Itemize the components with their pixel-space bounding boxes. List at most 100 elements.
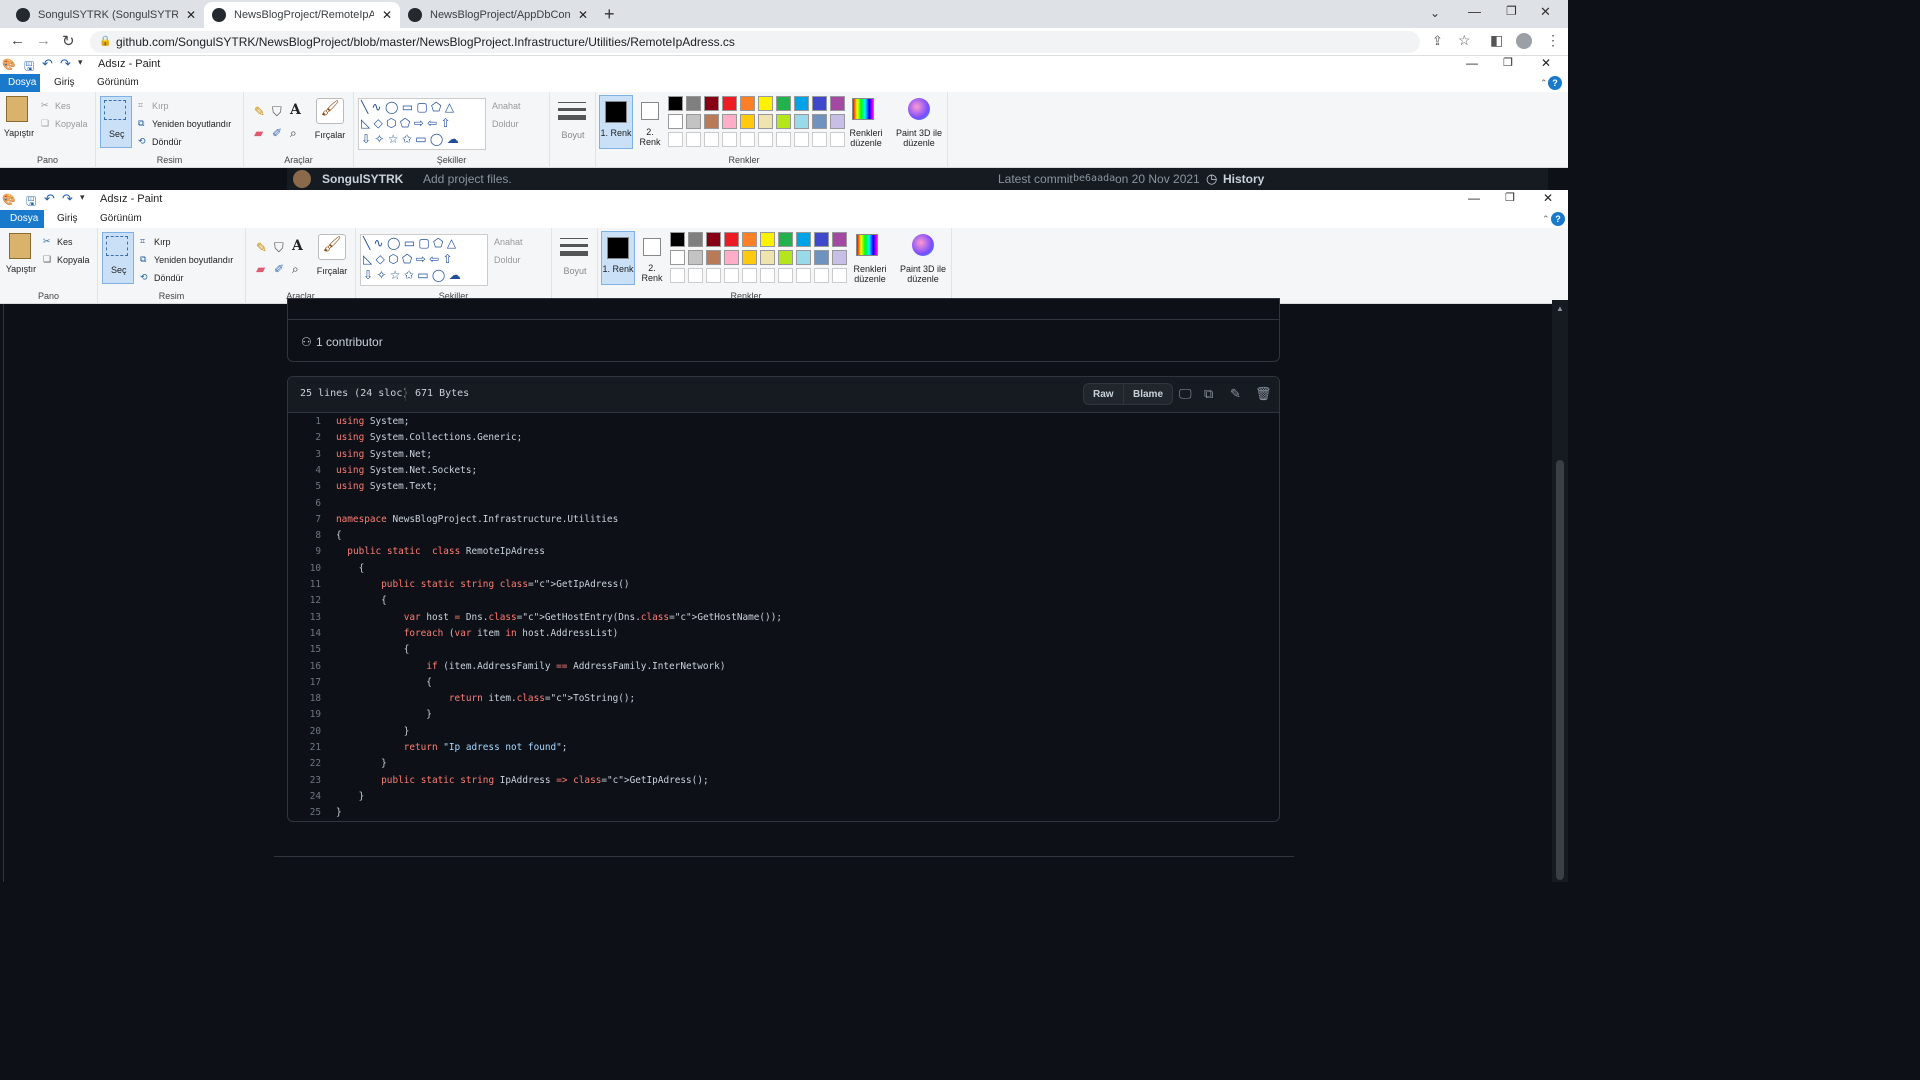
palette-swatch[interactable]: [706, 250, 721, 265]
undo-icon[interactable]: ↶: [44, 191, 55, 207]
arrow-shape-icon[interactable]: ⇩ ✧ ☆ ✩ ▭ ◯ ☁: [361, 132, 459, 146]
palette-swatch[interactable]: [814, 232, 829, 247]
palette-swatch[interactable]: [812, 132, 827, 147]
edit-colors-button[interactable]: Renkleri düzenle: [848, 264, 892, 284]
commit-message[interactable]: Add project files.: [423, 172, 512, 186]
palette-swatch[interactable]: [742, 250, 757, 265]
palette-swatch[interactable]: [704, 132, 719, 147]
close-tab-icon[interactable]: ✕: [382, 8, 392, 22]
arrow-shape-icon[interactable]: ⇩ ✧ ☆ ✩ ▭ ◯ ☁: [363, 268, 461, 282]
tab-view[interactable]: Görünüm: [92, 210, 150, 228]
contributors-link[interactable]: 1 contributor: [316, 335, 383, 349]
palette-swatch[interactable]: [778, 232, 793, 247]
palette-swatch[interactable]: [830, 96, 845, 111]
line-number[interactable]: 17: [288, 675, 321, 691]
palette-swatch[interactable]: [722, 114, 737, 129]
palette-swatch[interactable]: [688, 250, 703, 265]
palette-swatch[interactable]: [812, 96, 827, 111]
palette-swatch[interactable]: [688, 232, 703, 247]
minimize-icon[interactable]: —: [1468, 4, 1481, 19]
copy-raw-icon[interactable]: ⧉: [1204, 386, 1213, 402]
page-scrollbar[interactable]: ▲: [1552, 300, 1568, 882]
resize-button[interactable]: Yeniden boyutlandır: [154, 255, 233, 265]
edit-colors-icon[interactable]: [852, 98, 874, 120]
color-picker-icon[interactable]: ✐: [274, 262, 284, 276]
browser-tab-active[interactable]: NewsBlogProject/RemoteIpAdress ✕: [204, 2, 400, 28]
tab-file[interactable]: Dosya: [0, 74, 40, 92]
tab-search-icon[interactable]: ⌄: [1430, 6, 1440, 20]
eraser-icon[interactable]: ▰: [256, 262, 265, 276]
paint3d-icon[interactable]: [912, 234, 934, 256]
line-number[interactable]: 22: [288, 756, 321, 772]
address-bar[interactable]: 🔒 github.com/SongulSYTRK/NewsBlogProject…: [90, 31, 1420, 53]
tab-view[interactable]: Görünüm: [89, 74, 147, 92]
line-number[interactable]: 9: [288, 544, 321, 560]
profile-avatar[interactable]: [1516, 33, 1532, 49]
line-number[interactable]: 8: [288, 528, 321, 544]
palette-swatch[interactable]: [778, 268, 793, 283]
magnifier-icon[interactable]: ⌕: [290, 126, 297, 141]
palette-swatch[interactable]: [832, 232, 847, 247]
resize-button[interactable]: Yeniden boyutlandır: [152, 119, 231, 129]
outline-button[interactable]: Anahat: [494, 237, 523, 247]
line-number[interactable]: 14: [288, 626, 321, 642]
line-number[interactable]: 15: [288, 642, 321, 658]
brushes-button[interactable]: Fırçalar: [312, 266, 352, 276]
blame-button[interactable]: Blame: [1123, 383, 1174, 405]
close-tab-icon[interactable]: ✕: [186, 8, 196, 22]
line-number[interactable]: 3: [288, 447, 321, 463]
line-number[interactable]: 11: [288, 577, 321, 593]
color1-button[interactable]: 1. Renk: [599, 95, 633, 149]
palette-swatch[interactable]: [776, 114, 791, 129]
qat-dropdown-icon[interactable]: ▾: [78, 57, 83, 68]
palette-swatch[interactable]: [830, 114, 845, 129]
palette-swatch[interactable]: [668, 132, 683, 147]
palette-swatch[interactable]: [724, 232, 739, 247]
palette-swatch[interactable]: [670, 250, 685, 265]
polygon-shape-icon[interactable]: ◺ ◇ ⬡ ⬠ ⇨ ⇦ ⇧: [363, 252, 453, 266]
color2-button[interactable]: 2. Renk: [638, 263, 666, 283]
fill-bucket-icon[interactable]: ⛉: [274, 240, 284, 256]
line-number[interactable]: 1: [288, 414, 321, 430]
share-icon[interactable]: ⇪: [1432, 33, 1443, 49]
eraser-icon[interactable]: ▰: [254, 126, 263, 140]
line-number[interactable]: 25: [288, 805, 321, 821]
paint3d-button[interactable]: Paint 3D ile düzenle: [896, 264, 950, 284]
reload-icon[interactable]: ↻: [62, 32, 75, 50]
help-icon[interactable]: ?: [1551, 212, 1565, 226]
tab-home[interactable]: Giriş: [49, 210, 86, 228]
palette-swatch[interactable]: [794, 96, 809, 111]
line-number[interactable]: 19: [288, 707, 321, 723]
tab-home[interactable]: Giriş: [46, 74, 83, 92]
line-shape-icon[interactable]: ╲ ∿ ◯ ▭ ▢ ⬠ △: [361, 100, 454, 114]
close-window-icon[interactable]: ✕: [1543, 191, 1553, 205]
brushes-icon[interactable]: 🖌: [316, 98, 344, 124]
palette-swatch[interactable]: [722, 132, 737, 147]
line-number[interactable]: 13: [288, 610, 321, 626]
palette-swatch[interactable]: [668, 114, 683, 129]
palette-swatch[interactable]: [760, 250, 775, 265]
brushes-button[interactable]: Fırçalar: [310, 130, 350, 140]
palette-swatch[interactable]: [760, 268, 775, 283]
fill-button[interactable]: Doldur: [492, 119, 519, 129]
palette-swatch[interactable]: [670, 268, 685, 283]
paste-button[interactable]: Yapıştır: [4, 264, 38, 274]
palette-swatch[interactable]: [796, 232, 811, 247]
palette-swatch[interactable]: [686, 132, 701, 147]
palette-swatch[interactable]: [740, 96, 755, 111]
color1-button[interactable]: 1. Renk: [601, 231, 635, 285]
fill-button[interactable]: Doldur: [494, 255, 521, 265]
author-avatar[interactable]: [293, 170, 311, 188]
scroll-up-icon[interactable]: ▲: [1556, 304, 1564, 313]
palette-swatch[interactable]: [668, 96, 683, 111]
palette-swatch[interactable]: [832, 268, 847, 283]
fill-bucket-icon[interactable]: ⛉: [272, 104, 282, 120]
menu-kebab-icon[interactable]: ⋮: [1546, 32, 1560, 49]
palette-swatch[interactable]: [812, 114, 827, 129]
palette-swatch[interactable]: [688, 268, 703, 283]
copy-button[interactable]: Kopyala: [57, 255, 90, 265]
side-panel-icon[interactable]: ◧: [1490, 32, 1503, 49]
edit-colors-button[interactable]: Renkleri düzenle: [844, 128, 888, 148]
line-number[interactable]: 7: [288, 512, 321, 528]
palette-swatch[interactable]: [742, 268, 757, 283]
